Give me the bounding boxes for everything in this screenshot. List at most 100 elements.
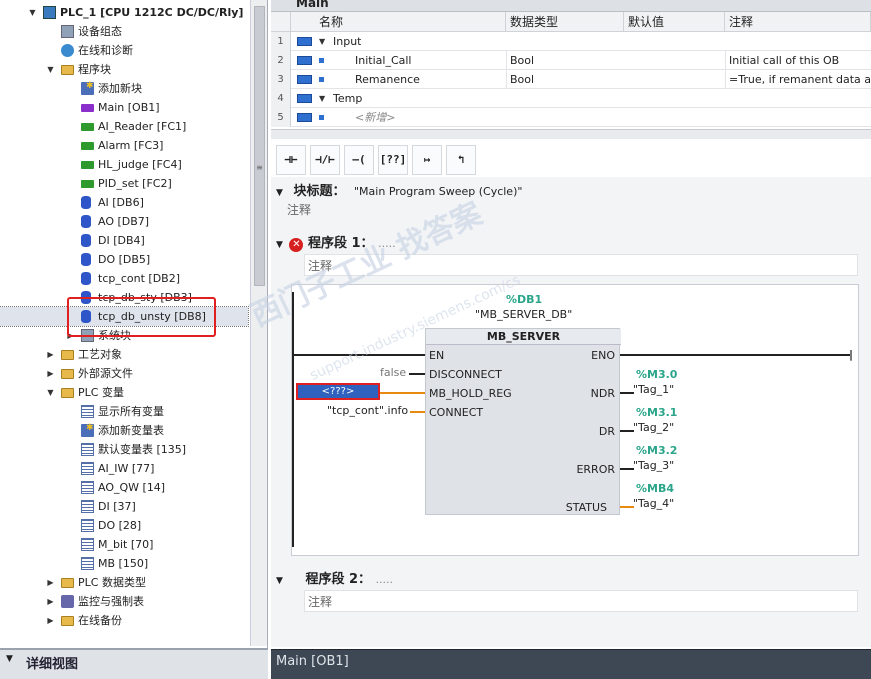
editor-tab-main[interactable]: Main [OB1] [276,654,349,669]
interface-row[interactable]: 3 Remanence Bool =True, if remanent data ar… [271,70,871,89]
tree-toggle-icon[interactable]: ▼ [28,3,37,22]
collapse-detail-icon[interactable]: ▼ [6,654,13,664]
tree-toggle-icon[interactable]: ▶ [46,345,55,364]
tree-toggle-icon[interactable] [66,535,75,554]
tree-item[interactable]: tcp_cont [DB2] [0,269,248,288]
tree-item[interactable]: 添加新块 [0,77,248,98]
tree-scrollbar-thumb[interactable] [254,6,265,286]
tree-item[interactable]: ▼ PLC 变量 [0,383,248,402]
tree-toggle-icon[interactable] [46,41,55,60]
tree-toggle-icon[interactable] [66,98,75,117]
detail-view-header[interactable]: ▼ 详细视图 [0,648,268,679]
tree-toggle-icon[interactable] [66,136,75,155]
header-default[interactable]: 默认值 [624,12,725,32]
tree-item[interactable]: ▶ PLC 数据类型 [0,573,248,592]
tree-item[interactable]: Alarm [FC3] [0,136,248,155]
close-branch-button[interactable]: ↰ [446,145,476,175]
nc-contact-button[interactable]: ⊣/⊢ [310,145,340,175]
error-tag[interactable]: "Tag_3" [633,459,674,472]
tree-item[interactable]: DO [DB5] [0,250,248,269]
tree-toggle-icon[interactable] [66,497,75,516]
dr-tag[interactable]: "Tag_2" [633,421,674,434]
tree-toggle-icon[interactable]: ▶ [46,573,55,592]
tree-item[interactable]: 在线和诊断 [0,41,248,60]
tree-toggle-icon[interactable] [66,421,75,440]
tree-item[interactable]: AO_QW [14] [0,478,248,497]
tree-item[interactable]: ▼ PLC_1 [CPU 1212C DC/DC/Rly] [0,3,248,22]
tree-toggle-icon[interactable] [66,231,75,250]
tree-item[interactable]: AI [DB6] [0,193,248,212]
open-branch-button[interactable]: ↦ [412,145,442,175]
tree-item[interactable]: Main [OB1] [0,98,248,117]
tree-toggle-icon[interactable]: ▶ [46,364,55,383]
block-comment[interactable]: 注释 [287,201,311,218]
tree-item[interactable]: DI [37] [0,497,248,516]
tree-item[interactable]: AO [DB7] [0,212,248,231]
expand-icon[interactable]: ▼ [319,89,325,108]
disconnect-value[interactable]: false [380,366,406,379]
tree-toggle-icon[interactable] [66,269,75,288]
tree-toggle-icon[interactable] [66,250,75,269]
expand-icon[interactable]: ▼ [319,32,325,51]
tree-item[interactable]: ▶ 在线备份 [0,611,248,630]
tree-item[interactable]: ▶ 工艺对象 [0,345,248,364]
tree-item[interactable]: ▼ 程序块 [0,60,248,79]
block-title-value[interactable]: "Main Program Sweep (Cycle)" [354,185,522,198]
tree-toggle-icon[interactable] [66,212,75,231]
tree-item[interactable]: PID_set [FC2] [0,174,248,193]
row-name[interactable]: <新增> [355,108,395,127]
tree-item[interactable]: 添加新变量表 [0,419,248,440]
interface-row[interactable]: 2 Initial_Call Bool Initial call of this OB [271,51,871,70]
tree-item[interactable]: 显示所有变量 [0,402,248,421]
instance-db-name[interactable]: "MB_SERVER_DB" [475,308,572,321]
header-comment[interactable]: 注释 [725,12,871,32]
row-type[interactable]: Bool [506,70,624,89]
tree-toggle-icon[interactable] [46,22,55,41]
tree-toggle-icon[interactable] [66,402,75,421]
tree-toggle-icon[interactable] [66,554,75,573]
row-name[interactable]: Input [333,32,361,51]
splitter[interactable] [271,129,871,139]
tree-item[interactable]: 默认变量表 [135] [0,440,248,459]
collapse-icon[interactable]: ▼ [276,576,283,586]
interface-row[interactable]: 4 ▼ Temp [271,89,871,108]
tree-item[interactable]: M_bit [70] [0,535,248,554]
coil-button[interactable]: –( )– [344,145,374,194]
row-type[interactable]: Bool [506,51,624,70]
tree-toggle-icon[interactable] [66,174,75,193]
interface-row[interactable]: 5 <新增> [271,108,871,127]
connect-value[interactable]: "tcp_cont".info [327,404,408,417]
tree-toggle-icon[interactable]: ▶ [46,611,55,630]
tree-item[interactable]: MB [150] [0,554,248,573]
tree-toggle-icon[interactable] [66,193,75,212]
interface-row[interactable]: 1 ▼ Input [271,32,871,51]
tree-item[interactable]: ▶ 外部源文件 [0,364,248,383]
header-name[interactable]: 名称 [291,12,506,32]
row-name[interactable]: Temp [333,89,362,108]
tree-toggle-icon[interactable]: ▶ [46,592,55,611]
tree-item[interactable]: AI_Reader [FC1] [0,117,248,136]
tree-item[interactable]: 设备组态 [0,22,248,41]
tree-item[interactable]: DI [DB4] [0,231,248,250]
no-contact-button[interactable]: ⊣⊢ [276,145,306,175]
row-comment[interactable]: Initial call of this OB [725,51,871,70]
empty-box-button[interactable]: [??] [378,145,408,175]
collapse-icon[interactable]: ▼ [276,240,283,250]
tree-toggle-icon[interactable] [66,79,75,98]
tree-toggle-icon[interactable] [66,516,75,535]
network2-title-dots[interactable]: ..... [376,573,393,586]
row-comment[interactable]: =True, if remanent data are [725,70,871,89]
ndr-tag[interactable]: "Tag_1" [633,383,674,396]
tree-item[interactable]: ▶ 监控与强制表 [0,592,248,611]
hold-reg-param-input[interactable]: <???> [296,383,380,400]
tree-toggle-icon[interactable]: ▼ [46,383,55,402]
tree-toggle-icon[interactable]: ▼ [46,60,55,79]
tree-item[interactable]: AI_IW [77] [0,459,248,478]
tree-toggle-icon[interactable] [66,478,75,497]
tree-toggle-icon[interactable] [66,155,75,174]
tree-toggle-icon[interactable] [66,459,75,478]
network2-comment[interactable]: 注释 [304,590,858,612]
header-type[interactable]: 数据类型 [506,12,624,32]
row-name[interactable]: Initial_Call [355,51,411,70]
tree-toggle-icon[interactable] [66,440,75,459]
